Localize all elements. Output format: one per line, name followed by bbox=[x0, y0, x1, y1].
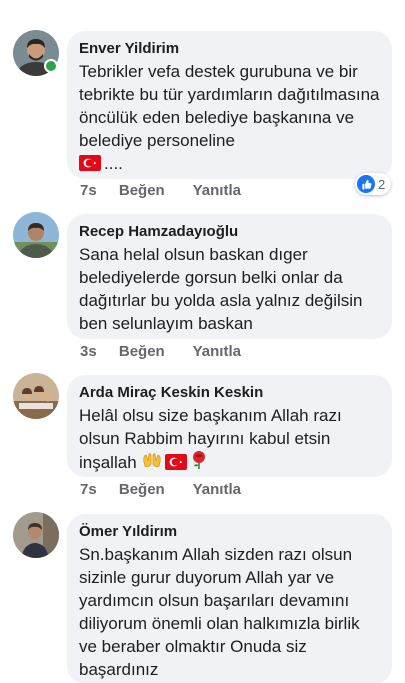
profile-photo-icon bbox=[13, 512, 59, 558]
comment-author[interactable]: Arda Miraç Keskin Keskin bbox=[79, 383, 380, 403]
rose-icon bbox=[190, 450, 208, 476]
open-hands-icon bbox=[142, 452, 162, 476]
comment-actions: 7s Beğen Yanıtla bbox=[80, 480, 265, 500]
reaction-count: 2 bbox=[378, 176, 386, 192]
comment-bubble: Enver Yildirim Tebrikler vefa destek gur… bbox=[67, 31, 392, 179]
comment-bubble: Ömer Yıldirım Sn.başkanım Allah sizden r… bbox=[67, 514, 392, 683]
reply-button[interactable]: Yanıtla bbox=[193, 481, 241, 498]
turkish-flag-icon bbox=[164, 453, 187, 476]
comment-timestamp[interactable]: 7s bbox=[80, 182, 97, 199]
comment-actions: 3s Beğen Yanıtla bbox=[80, 342, 265, 362]
comment-timestamp[interactable]: 3s bbox=[80, 343, 97, 360]
avatar[interactable] bbox=[13, 373, 59, 419]
profile-photo-icon bbox=[13, 212, 59, 258]
comment-bubble: Arda Miraç Keskin Keskin Helâl olsu size… bbox=[67, 375, 392, 477]
turkish-flag-icon bbox=[79, 154, 101, 177]
online-status-icon bbox=[44, 59, 58, 73]
comment-author[interactable]: Ömer Yıldirım bbox=[79, 522, 380, 542]
comment-actions: 7s Beğen Yanıtla bbox=[80, 181, 265, 201]
comment-timestamp[interactable]: 7s bbox=[80, 481, 97, 498]
like-button[interactable]: Beğen bbox=[119, 182, 165, 199]
profile-photo-icon bbox=[13, 373, 59, 419]
comment-author[interactable]: Recep Hamzadayıoğlu bbox=[79, 222, 380, 242]
comment-author[interactable]: Enver Yildirim bbox=[79, 39, 380, 59]
comment-bubble: Recep Hamzadayıoğlu Sana helal olsun bas… bbox=[67, 214, 392, 339]
like-reaction-icon bbox=[357, 175, 375, 193]
reply-button[interactable]: Yanıtla bbox=[193, 182, 241, 199]
comment-text: Helâl olsu size başkanım Allah razı olsu… bbox=[79, 404, 380, 476]
comment-text: Tebrikler vefa destek gurubuna ve bir te… bbox=[79, 60, 380, 177]
avatar[interactable] bbox=[13, 212, 59, 258]
comment-text: Sana helal olsun baskan dıger belediyele… bbox=[79, 245, 363, 333]
like-button[interactable]: Beğen bbox=[119, 481, 165, 498]
reply-button[interactable]: Yanıtla bbox=[193, 343, 241, 360]
avatar[interactable] bbox=[13, 512, 59, 558]
comment-text: Sn.başkanım Allah sizden razı olsun sizi… bbox=[79, 545, 360, 679]
like-button[interactable]: Beğen bbox=[119, 343, 165, 360]
reaction-count-badge[interactable]: 2 bbox=[355, 173, 392, 195]
